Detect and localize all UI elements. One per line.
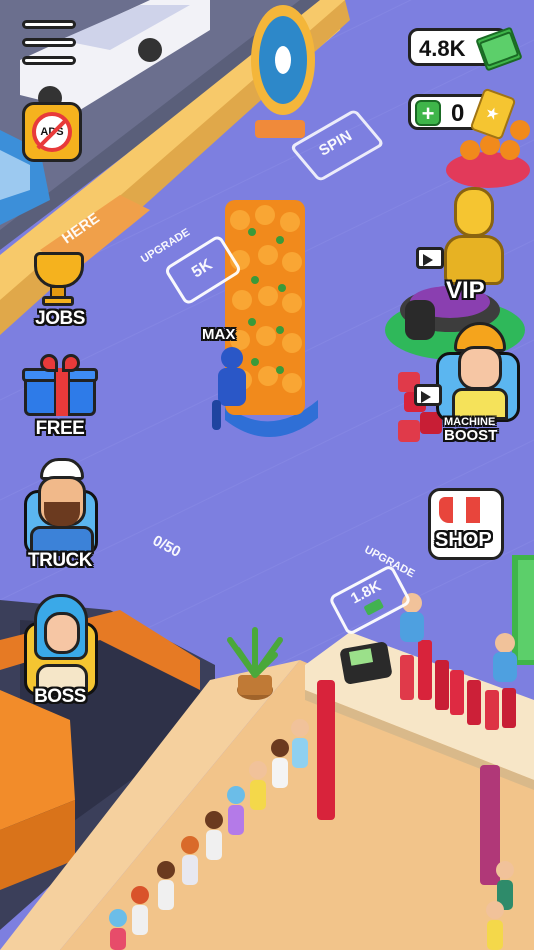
boss-button[interactable]: BOSS [18,592,102,710]
shop-button[interactable]: SHOP [428,488,504,560]
truck-label: TRUCK [28,550,93,571]
spin-pad-label[interactable]: SPIN [289,108,386,183]
plus-icon: + [421,101,435,126]
menu-button[interactable] [18,20,80,72]
cash-icon [475,26,523,72]
shop-awning-icon [439,497,493,523]
trophy-icon [28,252,90,308]
golden-statue-icon [444,187,506,287]
truck-driver-icon [30,458,94,554]
tickets-value: 0 [451,100,465,127]
no-ads-icon: ADS [32,112,72,152]
cash-value: 4.8K [419,36,466,61]
free-gift-button[interactable]: FREE [18,350,102,442]
video-ad-icon [416,247,444,269]
free-label: FREE [35,418,85,439]
vip-button[interactable]: VIP [416,185,514,310]
shop-label: SHOP [435,529,492,551]
max-label: MAX [202,326,236,343]
jobs-button[interactable]: JOBS [18,250,102,334]
boss-portrait-icon [32,594,90,694]
vip-label: VIP [446,277,485,304]
boost-label: BOOST [444,427,498,444]
truck-button[interactable]: TRUCK [18,458,102,576]
machine-boost-button[interactable]: MACHINE BOOST [410,322,522,446]
boss-label: BOSS [34,686,86,707]
no-ads-button[interactable]: ADS [22,102,82,162]
worker-girl-icon [450,322,510,422]
upgrade-price-machine: 5K [189,256,216,282]
jobs-label: JOBS [35,308,85,329]
add-tickets-button[interactable]: + [415,100,441,126]
gift-icon [22,354,98,416]
video-ad-icon-2 [414,384,442,406]
